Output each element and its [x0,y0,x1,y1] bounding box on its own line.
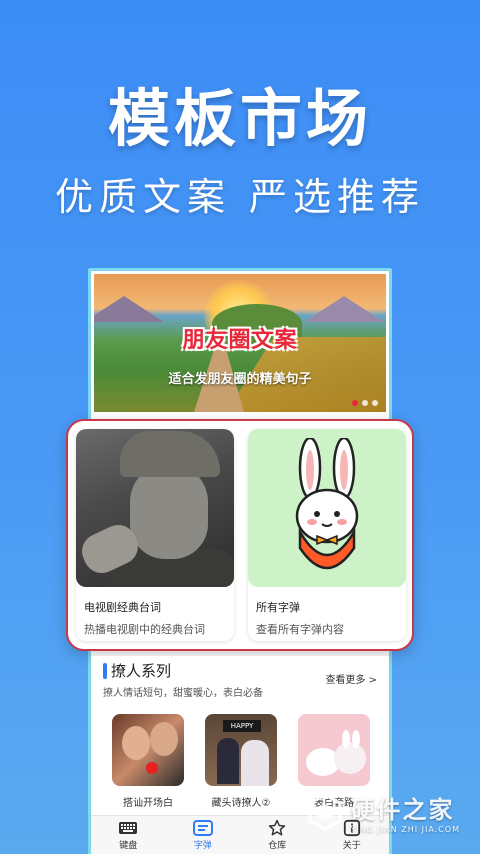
mountain-shape [304,296,384,322]
section-accent-bar [103,663,107,679]
card-all-danmu[interactable]: 所有字弹 查看所有字弹内容 [248,429,406,641]
site-watermark: 硬件之家 YING JIAN ZHI JIA.COM [305,790,460,834]
tab-keyboard[interactable]: 键盘 [91,816,166,854]
indicator-dot[interactable] [372,400,378,406]
banner-subtitle: 适合发朋友圈的精美句子 [168,372,312,387]
banner-title: 朋友圈文案 [182,328,298,353]
rabbit-mascot-icon [248,429,406,587]
man-pointing-photo [76,429,234,587]
banner-indicator [352,400,378,406]
indicator-dot[interactable] [362,400,368,406]
card-desc: 查看所有字弹内容 [256,623,344,636]
section-desc: 撩人情话短句，甜蜜暖心，表白必备 [103,688,263,699]
mountain-shape [94,296,164,322]
text-list-icon [192,819,214,837]
hero-subtitle: 优质文案 严选推荐 [54,175,426,219]
section-title: 撩人系列 [111,662,172,680]
thumb-label: 藏头诗撩人② [211,798,271,809]
tab-label: 键盘 [119,841,138,851]
tab-label: 字弹 [193,841,212,851]
see-more-link[interactable]: 查看更多 > [325,671,377,686]
card-desc: 热播电视剧中的经典台词 [84,623,205,636]
cube-logo-icon [305,792,345,832]
banner-carousel[interactable]: 朋友圈文案 适合发朋友圈的精美句子 [94,274,386,412]
thumb-acrostic[interactable]: HAPPY [205,714,277,786]
watermark-name: 硬件之家 [350,796,455,824]
thumb-confession[interactable] [298,714,370,786]
hero-title: 模板市场 [107,82,372,155]
card-title: 所有字弹 [256,601,300,614]
thumb-label: 搭讪开场白 [123,798,173,809]
tab-storage[interactable]: 仓库 [240,816,315,854]
featured-cards-panel: 电视剧经典台词 热播电视剧中的经典台词 所有字弹 查看所有字弹内容 [66,419,414,651]
indicator-dot[interactable] [352,400,358,406]
happy-sign: HAPPY [223,720,261,732]
tab-label: 仓库 [268,841,287,851]
keyboard-icon [117,819,139,837]
tab-label: 关于 [342,841,361,851]
watermark-url: YING JIAN ZHI JIA.COM [350,825,460,834]
card-tv-quotes[interactable]: 电视剧经典台词 热播电视剧中的经典台词 [76,429,234,641]
tab-danmu[interactable]: 字弹 [166,816,241,854]
card-title: 电视剧经典台词 [84,601,161,614]
thumb-pickup-lines[interactable] [112,714,184,786]
star-icon [266,819,288,837]
